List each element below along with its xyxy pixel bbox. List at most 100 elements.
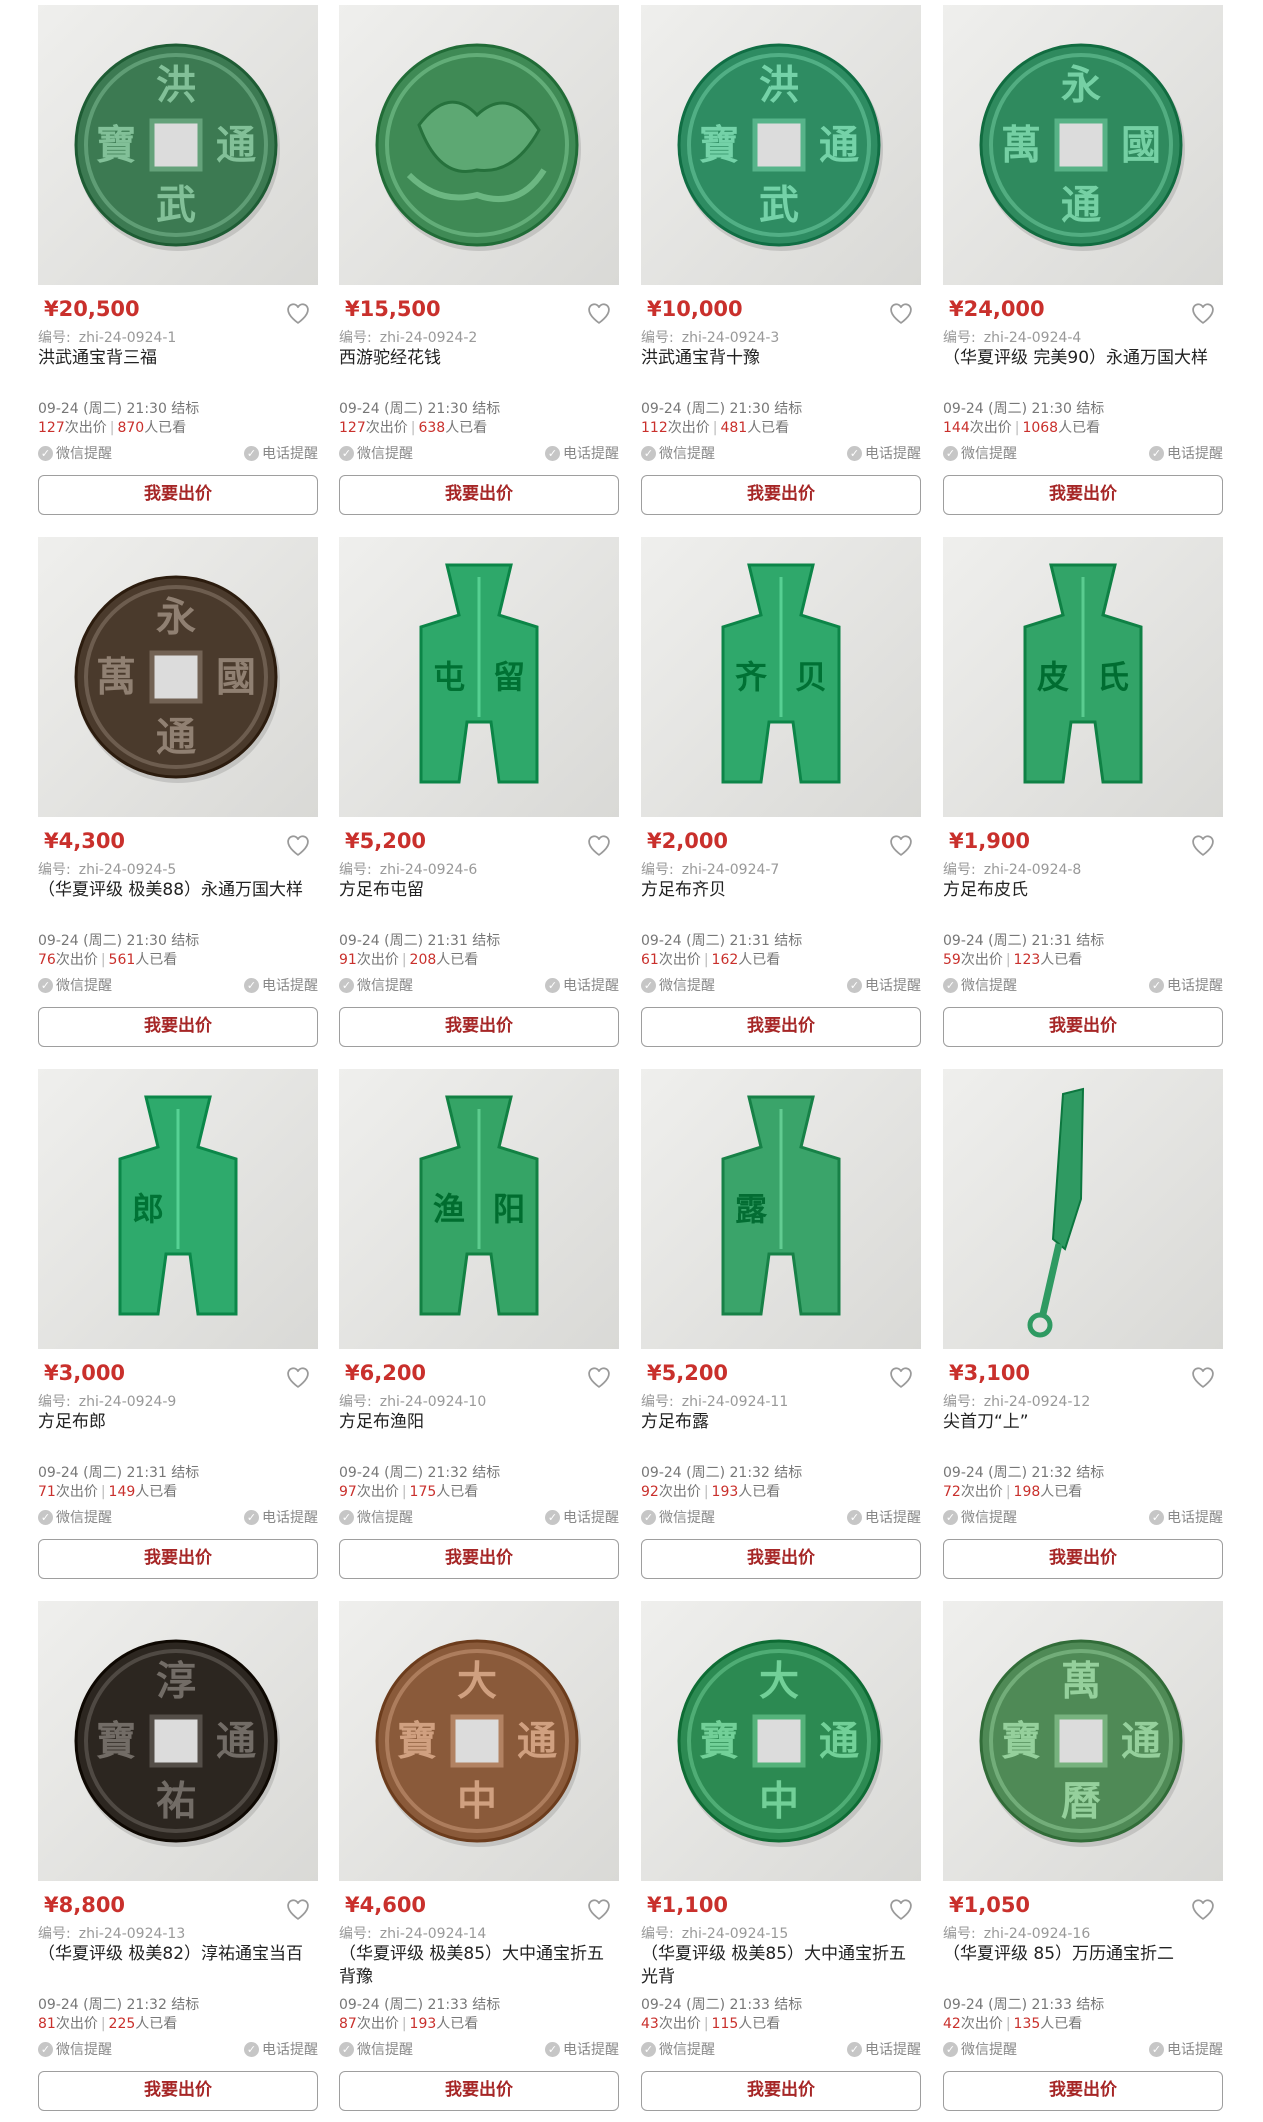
wechat-remind-toggle[interactable]: ✓ 微信提醒 [943, 1507, 1017, 1527]
favorite-heart-icon[interactable] [887, 1895, 915, 1923]
favorite-heart-icon[interactable] [585, 299, 613, 327]
phone-remind-toggle[interactable]: ✓ 电话提醒 [244, 2039, 318, 2059]
lot-card[interactable]: 大通中寶 ¥4,600 编号: zhi-24-0924-14 （华夏评级 极美85… [339, 1601, 619, 2111]
place-bid-button[interactable]: 我要出价 [641, 1539, 921, 1579]
place-bid-button[interactable]: 我要出价 [943, 475, 1223, 515]
lot-image[interactable]: 皮氏 [943, 537, 1223, 817]
lot-title[interactable]: 尖首刀“上” [943, 1411, 1225, 1434]
phone-remind-toggle[interactable]: ✓ 电话提醒 [545, 2039, 619, 2059]
lot-title[interactable]: （华夏评级 完美90）永通万国大样 [943, 347, 1225, 370]
lot-title[interactable]: （华夏评级 85）万历通宝折二 [943, 1943, 1225, 1966]
wechat-remind-toggle[interactable]: ✓ 微信提醒 [641, 975, 715, 995]
place-bid-button[interactable]: 我要出价 [943, 2071, 1223, 2111]
wechat-remind-toggle[interactable]: ✓ 微信提醒 [641, 2039, 715, 2059]
wechat-remind-toggle[interactable]: ✓ 微信提醒 [339, 443, 413, 463]
lot-card[interactable]: 大通中寶 ¥1,100 编号: zhi-24-0924-15 （华夏评级 极美85… [641, 1601, 921, 2111]
wechat-remind-toggle[interactable]: ✓ 微信提醒 [339, 2039, 413, 2059]
lot-image[interactable]: 洪通武寶 [38, 5, 318, 285]
lot-title[interactable]: 方足布皮氏 [943, 879, 1225, 902]
favorite-heart-icon[interactable] [887, 1363, 915, 1391]
lot-card[interactable]: 洪通武寶 ¥20,500 编号: zhi-24-0924-1 洪武通宝背三福 09… [38, 5, 318, 515]
phone-remind-toggle[interactable]: ✓ 电话提醒 [244, 443, 318, 463]
place-bid-button[interactable]: 我要出价 [339, 1539, 619, 1579]
favorite-heart-icon[interactable] [887, 831, 915, 859]
place-bid-button[interactable]: 我要出价 [38, 1007, 318, 1047]
lot-card[interactable]: 皮氏 ¥1,900 编号: zhi-24-0924-8 方足布皮氏 09-24 (… [943, 537, 1223, 1047]
lot-title[interactable]: （华夏评级 极美85）大中通宝折五光背 [641, 1943, 923, 1989]
lot-image[interactable]: 大通中寶 [641, 1601, 921, 1881]
lot-image[interactable]: 齐贝 [641, 537, 921, 817]
place-bid-button[interactable]: 我要出价 [38, 475, 318, 515]
wechat-remind-toggle[interactable]: ✓ 微信提醒 [38, 1507, 112, 1527]
lot-image[interactable]: 洪通武寶 [641, 5, 921, 285]
lot-card[interactable]: 永國通萬 ¥24,000 编号: zhi-24-0924-4 （华夏评级 完美90… [943, 5, 1223, 515]
lot-image[interactable]: 永國通萬 [38, 537, 318, 817]
lot-title[interactable]: 方足布露 [641, 1411, 923, 1434]
lot-card[interactable]: 永國通萬 ¥4,300 编号: zhi-24-0924-5 （华夏评级 极美88）… [38, 537, 318, 1047]
lot-image[interactable]: 萬通曆寶 [943, 1601, 1223, 1881]
lot-title[interactable]: 方足布郎 [38, 1411, 320, 1434]
place-bid-button[interactable]: 我要出价 [38, 2071, 318, 2111]
lot-image[interactable] [943, 1069, 1223, 1349]
place-bid-button[interactable]: 我要出价 [641, 1007, 921, 1047]
lot-title[interactable]: 洪武通宝背三福 [38, 347, 320, 370]
lot-card[interactable]: 郎 ¥3,000 编号: zhi-24-0924-9 方足布郎 09-24 (周二… [38, 1069, 318, 1579]
lot-title[interactable]: （华夏评级 极美85）大中通宝折五背豫 [339, 1943, 621, 1989]
phone-remind-toggle[interactable]: ✓ 电话提醒 [545, 443, 619, 463]
place-bid-button[interactable]: 我要出价 [943, 1007, 1223, 1047]
favorite-heart-icon[interactable] [284, 299, 312, 327]
lot-card[interactable]: 屯留 ¥5,200 编号: zhi-24-0924-6 方足布屯留 09-24 (… [339, 537, 619, 1047]
favorite-heart-icon[interactable] [585, 831, 613, 859]
lot-image[interactable]: 屯留 [339, 537, 619, 817]
favorite-heart-icon[interactable] [1189, 1895, 1217, 1923]
wechat-remind-toggle[interactable]: ✓ 微信提醒 [641, 1507, 715, 1527]
wechat-remind-toggle[interactable]: ✓ 微信提醒 [943, 443, 1017, 463]
phone-remind-toggle[interactable]: ✓ 电话提醒 [1149, 443, 1223, 463]
lot-image[interactable]: 淳通祐寶 [38, 1601, 318, 1881]
wechat-remind-toggle[interactable]: ✓ 微信提醒 [943, 975, 1017, 995]
place-bid-button[interactable]: 我要出价 [38, 1539, 318, 1579]
lot-image[interactable] [339, 5, 619, 285]
favorite-heart-icon[interactable] [1189, 299, 1217, 327]
wechat-remind-toggle[interactable]: ✓ 微信提醒 [38, 443, 112, 463]
lot-title[interactable]: 方足布渔阳 [339, 1411, 621, 1434]
lot-image[interactable]: 大通中寶 [339, 1601, 619, 1881]
favorite-heart-icon[interactable] [585, 1895, 613, 1923]
lot-card[interactable]: ¥15,500 编号: zhi-24-0924-2 西游驼经花钱 09-24 (周… [339, 5, 619, 515]
lot-title[interactable]: 洪武通宝背十豫 [641, 347, 923, 370]
wechat-remind-toggle[interactable]: ✓ 微信提醒 [38, 2039, 112, 2059]
favorite-heart-icon[interactable] [284, 1363, 312, 1391]
favorite-heart-icon[interactable] [284, 1895, 312, 1923]
lot-title[interactable]: 西游驼经花钱 [339, 347, 621, 370]
favorite-heart-icon[interactable] [887, 299, 915, 327]
wechat-remind-toggle[interactable]: ✓ 微信提醒 [339, 975, 413, 995]
lot-card[interactable]: 渔阳 ¥6,200 编号: zhi-24-0924-10 方足布渔阳 09-24 … [339, 1069, 619, 1579]
place-bid-button[interactable]: 我要出价 [943, 1539, 1223, 1579]
phone-remind-toggle[interactable]: ✓ 电话提醒 [847, 443, 921, 463]
phone-remind-toggle[interactable]: ✓ 电话提醒 [244, 1507, 318, 1527]
lot-title[interactable]: 方足布齐贝 [641, 879, 923, 902]
phone-remind-toggle[interactable]: ✓ 电话提醒 [847, 975, 921, 995]
favorite-heart-icon[interactable] [284, 831, 312, 859]
phone-remind-toggle[interactable]: ✓ 电话提醒 [1149, 2039, 1223, 2059]
lot-image[interactable]: 永國通萬 [943, 5, 1223, 285]
lot-title[interactable]: （华夏评级 极美88）永通万国大样 [38, 879, 320, 902]
lot-title[interactable]: （华夏评级 极美82）淳祐通宝当百 [38, 1943, 320, 1966]
lot-card[interactable]: ¥3,100 编号: zhi-24-0924-12 尖首刀“上” 09-24 (周… [943, 1069, 1223, 1579]
phone-remind-toggle[interactable]: ✓ 电话提醒 [545, 975, 619, 995]
wechat-remind-toggle[interactable]: ✓ 微信提醒 [38, 975, 112, 995]
place-bid-button[interactable]: 我要出价 [641, 2071, 921, 2111]
wechat-remind-toggle[interactable]: ✓ 微信提醒 [339, 1507, 413, 1527]
lot-card[interactable]: 洪通武寶 ¥10,000 编号: zhi-24-0924-3 洪武通宝背十豫 09… [641, 5, 921, 515]
lot-card[interactable]: 萬通曆寶 ¥1,050 编号: zhi-24-0924-16 （华夏评级 85）万… [943, 1601, 1223, 2111]
lot-image[interactable]: 露 [641, 1069, 921, 1349]
lot-title[interactable]: 方足布屯留 [339, 879, 621, 902]
lot-image[interactable]: 郎 [38, 1069, 318, 1349]
phone-remind-toggle[interactable]: ✓ 电话提醒 [847, 1507, 921, 1527]
wechat-remind-toggle[interactable]: ✓ 微信提醒 [943, 2039, 1017, 2059]
phone-remind-toggle[interactable]: ✓ 电话提醒 [1149, 975, 1223, 995]
place-bid-button[interactable]: 我要出价 [641, 475, 921, 515]
lot-image[interactable]: 渔阳 [339, 1069, 619, 1349]
place-bid-button[interactable]: 我要出价 [339, 1007, 619, 1047]
phone-remind-toggle[interactable]: ✓ 电话提醒 [847, 2039, 921, 2059]
